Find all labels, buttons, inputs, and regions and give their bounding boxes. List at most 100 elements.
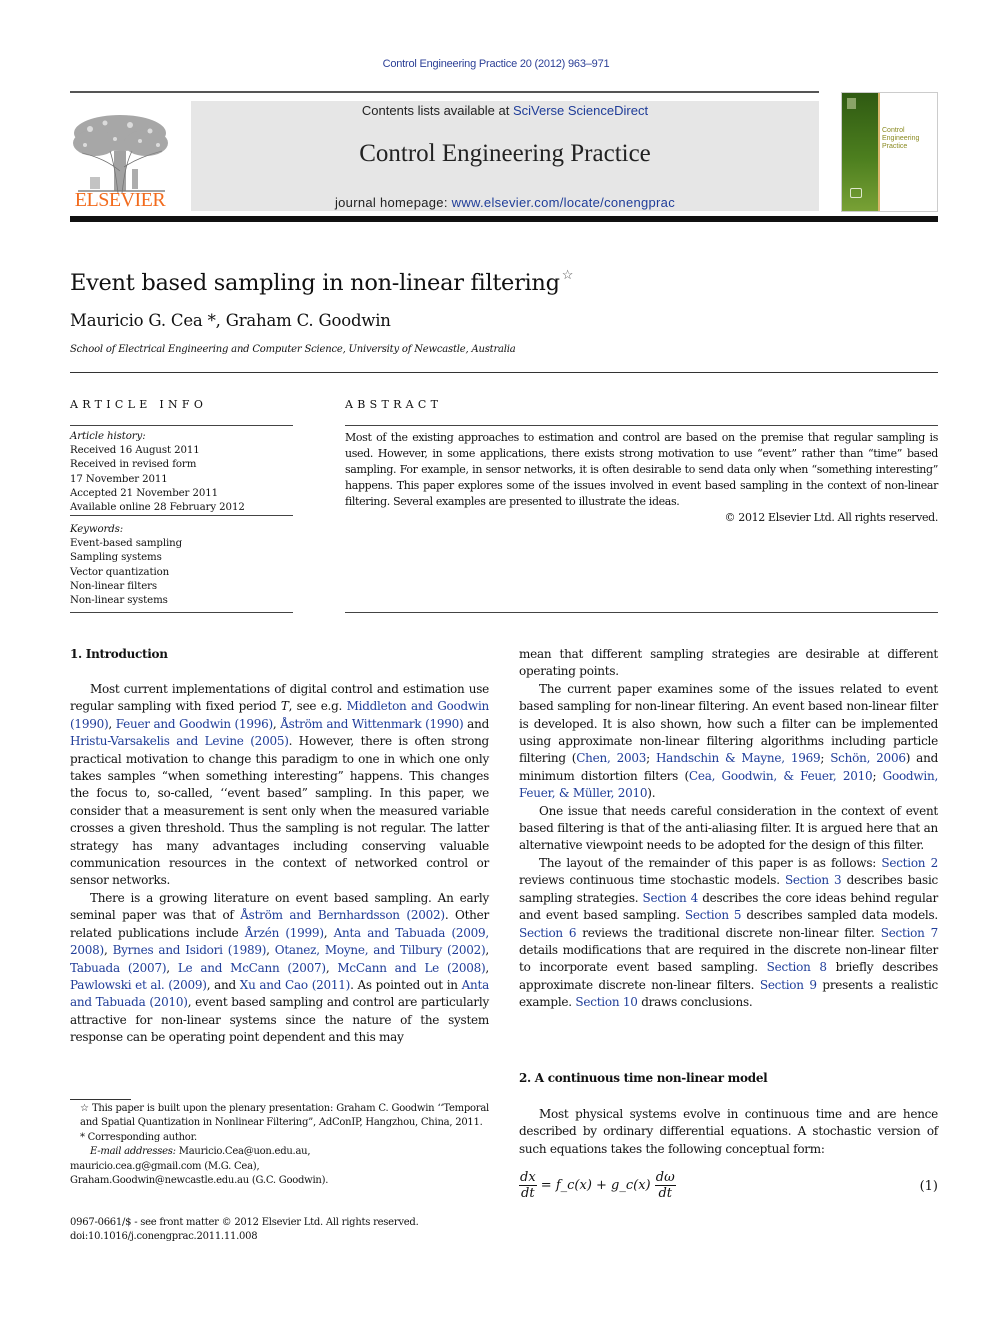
citation-link[interactable]: Åström and Bernhardsson (2002) <box>240 908 445 922</box>
homepage-link[interactable]: www.elsevier.com/locate/conengprac <box>452 195 675 210</box>
keyword-item: Non-linear systems <box>70 595 168 607</box>
citation-link[interactable]: Hristu-Varsakelis and Levine (2005) <box>70 734 289 748</box>
email-link[interactable]: Mauricio.Cea@uon.edu.au, <box>179 1146 311 1157</box>
keywords: Keywords: Event-based sampling Sampling … <box>70 523 293 608</box>
article-info-rule <box>70 612 293 613</box>
text-run: , <box>108 716 116 731</box>
citation-link[interactable]: Le and McCann (2007) <box>178 961 326 975</box>
sciencedirect-link[interactable]: SciVerse ScienceDirect <box>513 103 648 118</box>
text-run: , <box>166 960 178 975</box>
article-info-rule <box>70 425 293 426</box>
equation-rhs-fraction: dω dt <box>654 1170 676 1201</box>
email-link[interactable]: Graham.Goodwin@newcastle.edu.au (G.C. Go… <box>70 1174 489 1188</box>
text-run: , <box>325 960 338 975</box>
citation-link[interactable]: Section 2 <box>881 856 938 870</box>
homepage-prefix: journal homepage: <box>334 195 452 210</box>
history-item: Accepted 21 November 2011 <box>70 487 218 499</box>
section2-body: Most physical systems evolve in continuo… <box>519 1106 938 1158</box>
equation-rhs-denominator: dt <box>658 1186 672 1201</box>
citation-link[interactable]: Otanez, Moyne, and Tilbury (2002) <box>275 943 486 957</box>
footnote-star: ☆ This paper is built upon the plenary p… <box>80 1103 489 1129</box>
journal-name: Control Engineering Practice <box>359 140 651 167</box>
citation-link[interactable]: Cea, Goodwin, & Feuer, 2010 <box>689 769 873 783</box>
email-label: E-mail addresses: <box>90 1146 176 1158</box>
body-column-right: mean that different sampling strategies … <box>519 646 938 1012</box>
doi-link[interactable]: doi:10.1016/j.conengprac.2011.11.008 <box>70 1230 510 1244</box>
paragraph: Most physical systems evolve in continuo… <box>519 1107 938 1156</box>
paragraph: The current paper examines some of the i… <box>519 681 938 803</box>
cover-ifac-emblem-icon <box>850 188 862 198</box>
masthead-thick-rule <box>70 216 938 222</box>
contents-prefix: Contents lists available at <box>361 103 513 118</box>
title-footnote-star-icon[interactable]: ☆ <box>562 268 574 283</box>
paragraph: The layout of the remainder of this pape… <box>519 855 938 1012</box>
text-run: , <box>485 960 489 975</box>
citation-link[interactable]: Tabuada (2007) <box>70 961 167 975</box>
equation-number: (1) <box>919 1179 938 1194</box>
body-column-left: Most current implementations of digital … <box>70 681 489 1047</box>
text-run: ). <box>647 786 656 801</box>
citation-link[interactable]: Pawlowski et al. (2009) <box>70 978 207 992</box>
citation-link[interactable]: Chen, 2003 <box>576 751 646 765</box>
citation-link[interactable]: Feuer and Goodwin (1996) <box>116 717 273 731</box>
homepage-line: journal homepage: www.elsevier.com/locat… <box>191 195 819 210</box>
text-run: reviews continuous time stochastic model… <box>519 873 785 888</box>
italic-text: T <box>280 699 289 714</box>
footnote-email-line: E-mail addresses: Mauricio.Cea@uon.edu.a… <box>70 1145 489 1159</box>
citation-link[interactable]: Section 6 <box>519 926 577 940</box>
citation-link[interactable]: Xu and Cao (2011) <box>240 978 351 992</box>
journal-citation[interactable]: Control Engineering Practice 20 (2012) 9… <box>0 58 992 70</box>
text-run: describes sampled data models. <box>741 908 938 923</box>
text-run: , and <box>206 977 240 992</box>
citation-link[interactable]: McCann and Le (2008) <box>337 961 485 975</box>
article-title: Event based sampling in non-linear filte… <box>70 268 573 296</box>
citation-link[interactable]: Handschin & Mayne, 1969 <box>656 751 821 765</box>
text-run: ; <box>872 768 883 783</box>
citation-link[interactable]: Section 4 <box>643 891 699 905</box>
text-run: . However, there is often strong practic… <box>70 734 489 888</box>
text-run: . As pointed out in <box>350 977 462 992</box>
citation-link[interactable]: Section 9 <box>760 978 817 992</box>
citation-link[interactable]: Section 5 <box>685 908 742 922</box>
citation-link[interactable]: Section 3 <box>785 873 842 887</box>
text-run: , <box>103 943 113 958</box>
abstract-copyright: © 2012 Elsevier Ltd. All rights reserved… <box>724 511 939 524</box>
text-run: , <box>485 943 489 958</box>
footnote-corresponding: * Corresponding author. <box>80 1131 197 1143</box>
authors: Mauricio G. Cea *, Graham C. Goodwin <box>70 311 391 330</box>
citation-link[interactable]: Byrnes and Isidori (1989) <box>113 943 267 957</box>
front-matter: 0967-0661/$ - see front matter © 2012 El… <box>70 1216 510 1245</box>
history-item: Available online 28 February 2012 <box>70 502 245 514</box>
email-link[interactable]: mauricio.cea.g@gmail.com (M.G. Cea), <box>70 1160 489 1174</box>
article-info-rule <box>70 515 293 516</box>
citation-link[interactable]: Schön, 2006 <box>830 751 906 765</box>
paragraph-continued: mean that different sampling strategies … <box>519 646 938 681</box>
elsevier-logo-text[interactable]: ELSEVIER <box>70 189 170 212</box>
footnotes: ☆ This paper is built upon the plenary p… <box>70 1102 489 1188</box>
article-info-heading: ARTICLE INFO <box>70 398 208 411</box>
journal-cover-thumbnail[interactable]: Control Engineering Practice <box>841 92 938 212</box>
citation-link[interactable]: Section 7 <box>881 926 939 940</box>
text-run: The layout of the remainder of this pape… <box>539 855 882 870</box>
cover-title-line: Practice <box>882 143 908 150</box>
equation-middle: = f_c(x) + g_c(x) <box>540 1178 651 1193</box>
footnote-rule <box>70 1099 131 1100</box>
abstract-body: Most of the existing approaches to estim… <box>345 430 938 526</box>
keywords-label: Keywords: <box>70 524 124 535</box>
abstract-text: Most of the existing approaches to estim… <box>345 431 938 508</box>
text-run: reviews the traditional discrete non-lin… <box>576 925 881 940</box>
contents-line: Contents lists available at SciVerse Sci… <box>191 103 819 118</box>
section-heading-continuous-model: 2. A continuous time non-linear model <box>519 1071 768 1085</box>
abstract-heading: ABSTRACT <box>345 398 443 411</box>
affiliation-rule <box>70 372 938 373</box>
keyword-item: Non-linear filters <box>70 580 158 592</box>
citation-link[interactable]: Årzén (1999) <box>245 926 324 940</box>
citation-link[interactable]: Åström and Wittenmark (1990) <box>280 717 464 731</box>
paragraph: One issue that needs careful considerati… <box>519 803 938 855</box>
paragraph: Most current implementations of digital … <box>70 681 489 890</box>
affiliation: School of Electrical Engineering and Com… <box>70 344 516 355</box>
text-run: mean that different sampling strategies … <box>519 647 938 679</box>
citation-link[interactable]: Section 10 <box>575 995 638 1009</box>
citation-link[interactable]: Section 8 <box>767 960 827 974</box>
equation-rhs-numerator: dω <box>654 1170 676 1186</box>
